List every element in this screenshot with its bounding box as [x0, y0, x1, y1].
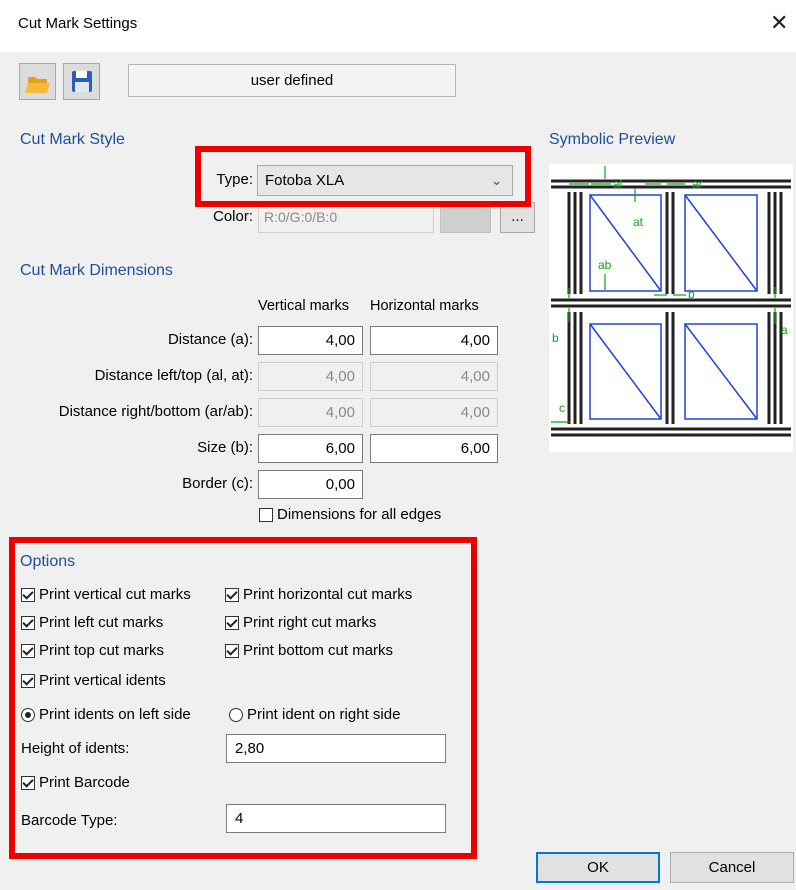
- idents-right-side-label: Print ident on right side: [247, 706, 401, 723]
- cancel-button[interactable]: Cancel: [670, 852, 794, 883]
- preview-label-b-top: b: [688, 287, 695, 301]
- floppy-disk-icon: [72, 71, 92, 92]
- print-right-cut-marks-checkbox[interactable]: Print right cut marks: [225, 614, 376, 631]
- checkbox-box: [21, 673, 35, 688]
- print-barcode-label: Print Barcode: [39, 774, 130, 791]
- checkbox-box: [21, 643, 35, 658]
- radio-dot: [229, 707, 243, 722]
- highlight-box-type: [195, 146, 531, 207]
- checkbox-box: [225, 587, 239, 602]
- window-title: Cut Mark Settings: [18, 15, 138, 32]
- preview-label-c: c: [559, 401, 565, 415]
- distance-right-bottom-label: Distance right/bottom (ar/ab):: [58, 403, 253, 420]
- dimensions-all-edges-label: Dimensions for all edges: [277, 506, 442, 523]
- print-left-cut-marks-label: Print left cut marks: [39, 614, 164, 631]
- checkbox-box: [21, 775, 35, 790]
- size-b-vertical-input[interactable]: 6,00: [258, 434, 363, 463]
- distance-a-label: Distance (a):: [167, 331, 253, 348]
- symbolic-preview-diagram: al ar at ab b b a c: [551, 166, 791, 437]
- dimensions-all-edges-checkbox[interactable]: Dimensions for all edges: [259, 506, 441, 523]
- folder-open-icon: [25, 77, 50, 93]
- preview-label-ab: ab: [598, 258, 612, 272]
- distance-a-horizontal-input[interactable]: 4,00: [370, 326, 498, 355]
- border-c-input[interactable]: 0,00: [258, 470, 363, 499]
- color-label: Color:: [212, 208, 253, 225]
- preset-name-field[interactable]: user defined: [128, 64, 456, 97]
- print-left-cut-marks-checkbox[interactable]: Print left cut marks: [21, 614, 163, 631]
- size-b-label: Size (b):: [197, 439, 253, 456]
- preview-label-b-left: b: [552, 331, 559, 345]
- distance-right-bottom-horizontal-input: 4,00: [370, 398, 498, 427]
- options-heading: Options: [20, 553, 76, 570]
- distance-left-top-label: Distance left/top (al, at):: [94, 367, 253, 384]
- checkbox-box: [21, 615, 35, 630]
- idents-left-side-label: Print idents on left side: [39, 706, 191, 723]
- barcode-type-label: Barcode Type:: [21, 812, 118, 829]
- print-horizontal-cut-marks-checkbox[interactable]: Print horizontal cut marks: [225, 586, 412, 603]
- horizontal-marks-header: Horizontal marks: [370, 298, 479, 314]
- ok-button[interactable]: OK: [536, 852, 660, 883]
- symbolic-preview-heading: Symbolic Preview: [549, 131, 676, 148]
- idents-right-side-radio[interactable]: Print ident on right side: [229, 706, 400, 723]
- print-vertical-cut-marks-checkbox[interactable]: Print vertical cut marks: [21, 586, 191, 603]
- checkbox-box: [225, 615, 239, 630]
- distance-right-bottom-vertical-input: 4,00: [258, 398, 363, 427]
- checkbox-box: [21, 587, 35, 602]
- preview-label-at: at: [633, 215, 644, 229]
- distance-a-vertical-input[interactable]: 4,00: [258, 326, 363, 355]
- print-barcode-checkbox[interactable]: Print Barcode: [21, 774, 130, 791]
- height-of-idents-input[interactable]: 2,80: [226, 734, 446, 763]
- checkbox-box: [259, 507, 273, 522]
- idents-left-side-radio[interactable]: Print idents on left side: [21, 706, 191, 723]
- print-bottom-cut-marks-label: Print bottom cut marks: [243, 642, 394, 659]
- print-horizontal-cut-marks-label: Print horizontal cut marks: [243, 586, 413, 603]
- distance-left-top-horizontal-input: 4,00: [370, 362, 498, 391]
- print-vertical-cut-marks-label: Print vertical cut marks: [39, 586, 191, 603]
- checkbox-box: [225, 643, 239, 658]
- preview-label-al: al: [613, 177, 622, 191]
- preview-label-a: a: [781, 323, 788, 337]
- print-bottom-cut-marks-checkbox[interactable]: Print bottom cut marks: [225, 642, 393, 659]
- close-button[interactable]: ✕: [770, 10, 788, 36]
- open-file-button[interactable]: [19, 63, 56, 100]
- print-top-cut-marks-checkbox[interactable]: Print top cut marks: [21, 642, 164, 659]
- size-b-horizontal-input[interactable]: 6,00: [370, 434, 498, 463]
- distance-left-top-vertical-input: 4,00: [258, 362, 363, 391]
- border-c-label: Border (c):: [182, 475, 253, 492]
- save-file-button[interactable]: [63, 63, 100, 100]
- print-vertical-idents-label: Print vertical idents: [39, 672, 166, 689]
- print-right-cut-marks-label: Print right cut marks: [243, 614, 377, 631]
- vertical-marks-header: Vertical marks: [258, 298, 350, 314]
- barcode-type-input[interactable]: 4: [226, 804, 446, 833]
- symbolic-preview-canvas: al ar at ab b b a c: [549, 164, 793, 452]
- print-vertical-idents-checkbox[interactable]: Print vertical idents: [21, 672, 166, 689]
- print-top-cut-marks-label: Print top cut marks: [39, 642, 165, 659]
- preview-label-ar: ar: [692, 177, 703, 191]
- radio-dot: [21, 707, 35, 722]
- cut-mark-dimensions-heading: Cut Mark Dimensions: [20, 262, 173, 279]
- height-of-idents-label: Height of idents:: [21, 740, 130, 757]
- cut-mark-style-heading: Cut Mark Style: [20, 131, 125, 148]
